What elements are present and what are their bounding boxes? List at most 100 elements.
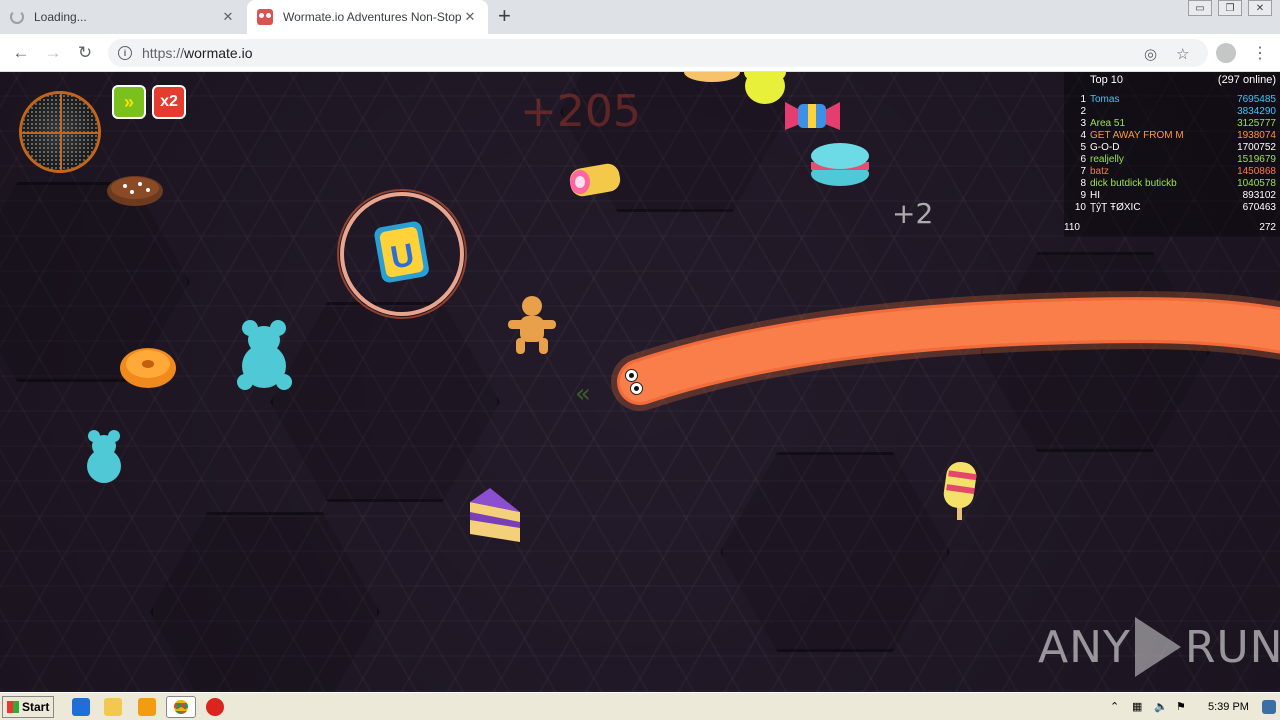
- leaderboard-score: 1040578: [1237, 178, 1276, 189]
- leaderboard-score: 3834290: [1237, 106, 1276, 117]
- leaderboard-row: 9 HI 893102: [1064, 190, 1276, 202]
- tab-loading[interactable]: Loading... ✕: [0, 0, 246, 34]
- chrome-taskbar-button[interactable]: [166, 696, 196, 718]
- leaderboard-row: 10 ŢŷŢ ŦØXİĆ 670463: [1064, 202, 1276, 214]
- leaderboard-score: 893102: [1242, 190, 1276, 201]
- system-tray: ⌃ ▦ 🔈 ⚑: [1102, 696, 1280, 718]
- watermark-right: RUN: [1184, 621, 1280, 673]
- wrapped-candy-food: [785, 102, 840, 130]
- leaderboard-name: ŢŷŢ ŦØXİĆ: [1090, 202, 1141, 213]
- reload-icon[interactable]: ↻: [74, 42, 96, 64]
- start-label: Start: [22, 700, 50, 714]
- wormate-favicon-icon: [257, 9, 273, 25]
- profile-avatar-icon[interactable]: [1216, 43, 1236, 63]
- windows-taskbar: Start ⌃ ▦ 🔈 ⚑ 5:39 PM: [0, 692, 1280, 720]
- tab-wormate[interactable]: Wormate.io Adventures Non-Stop ✕: [247, 0, 488, 34]
- leaderboard-name: dick butdick butickb: [1090, 178, 1177, 189]
- leaderboard-rank: 8: [1080, 178, 1086, 189]
- leaderboard-row: 2 3834290: [1064, 106, 1276, 118]
- watermark-left: ANY: [1038, 621, 1131, 673]
- leaderboard-name: G-O-D: [1090, 142, 1120, 153]
- leaderboard-rank: 5: [1080, 142, 1086, 153]
- chocolate-donut-food: [107, 176, 163, 206]
- gummy-bear-food: [237, 320, 292, 390]
- clock[interactable]: 5:39 PM: [1208, 701, 1249, 713]
- back-arrow-icon[interactable]: ←: [10, 42, 32, 64]
- player-worm: [611, 291, 1280, 411]
- location-target-icon[interactable]: ◎: [1144, 45, 1157, 63]
- file-explorer-icon[interactable]: [104, 698, 122, 716]
- cake-slice-food: [470, 488, 520, 542]
- site-info-icon[interactable]: i: [118, 46, 132, 60]
- leaderboard-name: HI: [1090, 190, 1100, 201]
- leaderboard-rank: 4: [1080, 130, 1086, 141]
- u-magnet-powerup: U: [337, 189, 467, 319]
- tab-label: Wormate.io Adventures Non-Stop: [283, 10, 462, 24]
- kebab-menu-icon[interactable]: ⋮: [1252, 43, 1268, 63]
- browser-tab-bar: Loading... ✕ Wormate.io Adventures Non-S…: [0, 0, 1280, 34]
- leaderboard-row: 6 realjelly 1519679: [1064, 154, 1276, 166]
- leaderboard: Top 10 (297 online) 1 Tomas 7695485 2 383429…: [1064, 72, 1280, 237]
- leaderboard-name: Tomas: [1090, 94, 1120, 105]
- action-center-flag-icon[interactable]: ⚑: [1176, 700, 1190, 714]
- loading-spinner-icon: [10, 10, 24, 24]
- game-canvas[interactable]: » x2 +205 +2 U « Top 10 (297 online) 1 T…: [0, 72, 1280, 692]
- leaderboard-rank: 7: [1080, 166, 1086, 177]
- popsicle-food: [943, 461, 977, 520]
- leaderboard-name: realjelly: [1090, 154, 1124, 165]
- browser-toolbar: ← → ↻ i https:// wormate.io ◎ ☆ ⋮: [0, 34, 1280, 72]
- leaderboard-score: 7695485: [1237, 94, 1276, 105]
- close-tab-icon[interactable]: ✕: [462, 9, 478, 25]
- worm-eye: [630, 382, 643, 395]
- leaderboard-score: 670463: [1242, 202, 1276, 213]
- leaderboard-score: 1700752: [1237, 142, 1276, 153]
- bookmark-star-icon[interactable]: ☆: [1176, 45, 1189, 63]
- orange-donut-food: [120, 348, 176, 388]
- leaderboard-name: Area 51: [1090, 118, 1126, 129]
- yellow-gummy-bear-food: [744, 72, 786, 104]
- leaderboard-rank: 9: [1080, 190, 1086, 201]
- show-hidden-icons-icon[interactable]: ⌃: [1110, 700, 1124, 714]
- leaderboard-rank: 6: [1080, 154, 1086, 165]
- address-bar[interactable]: i https:// wormate.io ◎ ☆: [108, 39, 1208, 67]
- media-player-icon[interactable]: [138, 698, 156, 716]
- roll-cake-food: [569, 163, 621, 197]
- play-triangle-icon: [1134, 617, 1181, 677]
- close-tab-icon[interactable]: ✕: [220, 9, 236, 25]
- internet-explorer-icon[interactable]: [72, 698, 90, 716]
- close-window-button[interactable]: ✕: [1248, 0, 1272, 16]
- stop-icon[interactable]: [206, 698, 224, 716]
- online-count: (297 online): [1217, 74, 1276, 86]
- leaderboard-row: 5 G-O-D 1700752: [1064, 142, 1276, 154]
- worm-eye: [625, 369, 638, 382]
- leaderboard-name: GET AWAY FROM M: [1090, 130, 1184, 141]
- restore-button[interactable]: ❐: [1218, 0, 1242, 16]
- leaderboard-row: 3 Area 51 3125777: [1064, 118, 1276, 130]
- leaderboard-score: 1450868: [1237, 166, 1276, 177]
- leaderboard-rank: 1: [1080, 94, 1086, 105]
- my-rank: 110: [1064, 222, 1080, 233]
- gummy-bear-food: [87, 430, 121, 483]
- leaderboard-name: batz: [1090, 166, 1109, 177]
- anyrun-watermark: ANY RUN: [1038, 617, 1280, 677]
- volume-icon[interactable]: 🔈: [1154, 700, 1168, 714]
- window-controls: ▭ ❐ ✕: [1188, 0, 1272, 16]
- chrome-icon: [174, 700, 188, 714]
- tab-label: Loading...: [34, 10, 87, 24]
- minimize-button[interactable]: ▭: [1188, 0, 1212, 16]
- new-tab-button[interactable]: +: [498, 5, 511, 27]
- show-desktop-icon[interactable]: [1262, 700, 1276, 714]
- start-button[interactable]: Start: [2, 696, 54, 718]
- leaderboard-rank: 2: [1080, 106, 1086, 117]
- gingerbread-man-food: [508, 296, 556, 354]
- url-scheme: https://: [142, 45, 185, 61]
- direction-arrows-icon: «: [575, 379, 591, 409]
- leaderboard-rank: 10: [1074, 202, 1086, 213]
- leaderboard-row: 7 batz 1450868: [1064, 166, 1276, 178]
- forward-arrow-icon[interactable]: →: [42, 42, 64, 64]
- macaron-food: [811, 143, 869, 186]
- leaderboard-title: Top 10: [1090, 74, 1124, 86]
- network-icon[interactable]: ▦: [1132, 700, 1146, 714]
- leaderboard-score: 3125777: [1237, 118, 1276, 129]
- leaderboard-score: 1938074: [1237, 130, 1276, 141]
